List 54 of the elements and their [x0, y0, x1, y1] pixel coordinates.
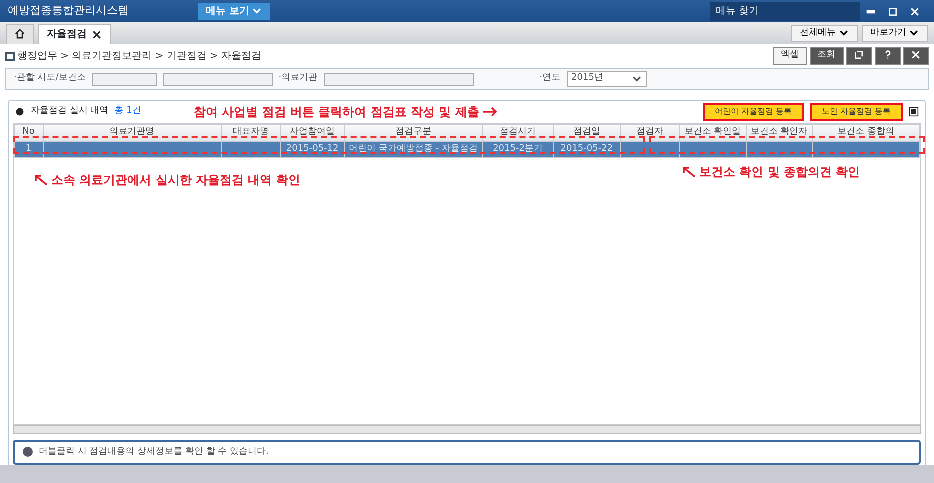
help-button[interactable] — [874, 47, 900, 65]
caret-icon — [838, 28, 848, 38]
info-icon — [23, 447, 33, 458]
home-icon — [15, 29, 25, 40]
column-header[interactable]: No — [14, 124, 43, 141]
help-icon — [882, 50, 892, 60]
year-select[interactable]: 2015년 — [566, 71, 647, 87]
caret-icon — [632, 74, 642, 84]
menu-search-field[interactable]: 메뉴 찾기 — [710, 2, 860, 20]
column-header[interactable]: 보건소 확인자 — [746, 124, 813, 141]
close-icon — [911, 50, 921, 60]
column-header[interactable]: 점검구분 — [344, 124, 482, 141]
column-header[interactable]: 사업참여일 — [280, 124, 345, 141]
window-title: 예방접종통합관리시스템 — [8, 2, 130, 19]
info-text: 더블클릭 시 점검내용의 상세정보를 확인 할 수 있습니다. — [39, 446, 269, 458]
grid-icon[interactable] — [909, 107, 919, 117]
tab[interactable]: 자율점검 — [38, 24, 111, 44]
institution-field[interactable] — [324, 72, 474, 86]
close-icon — [910, 6, 920, 17]
arrow-icon — [33, 174, 49, 186]
caret-icon — [909, 28, 919, 38]
record-count: 총 1건 — [114, 105, 142, 118]
toolbar-button[interactable]: 바로가기 — [862, 24, 928, 42]
annotation: 소속 의료기관에서 실시한 자율점검 내역 확인 — [52, 172, 300, 189]
filter-label: ·의료기관 — [278, 72, 318, 86]
bullet-icon — [15, 107, 25, 117]
column-header[interactable]: 보건소 종합의 — [812, 124, 920, 141]
column-header[interactable]: 보건소 확인일 — [680, 124, 746, 141]
column-header[interactable]: 점검자 — [620, 124, 680, 141]
column-header[interactable]: 대표자명 — [221, 124, 281, 141]
maximize-icon — [888, 6, 898, 17]
column-header[interactable]: 점검시기 — [482, 124, 554, 141]
close-button[interactable] — [903, 47, 929, 65]
column-header[interactable]: 의료기관명 — [43, 124, 222, 141]
filter-label: ·연도 — [540, 72, 561, 86]
close-icon[interactable] — [92, 30, 102, 40]
page-icon — [5, 52, 15, 60]
annotation: 참여 사업별 점검 버튼 클릭하여 점검표 작성 및 제출 — [194, 104, 480, 121]
annotation: 보건소 확인 및 종합의견 확인 — [700, 164, 860, 181]
breadcrumb: 행정업무 > 의료기관정보관리 > 기관점검 > 자율점검 — [18, 50, 262, 64]
column-header[interactable]: 점검일 — [554, 124, 620, 141]
search-button[interactable]: 조회 — [810, 47, 844, 65]
arrow-icon — [482, 106, 498, 118]
toolbar-button[interactable]: 전체메뉴 — [791, 24, 858, 42]
grid-title: 자율점검 실시 내역 — [31, 105, 109, 118]
register-button[interactable]: 노인 자율점검 등록 — [810, 103, 903, 121]
popup-icon — [854, 50, 864, 60]
caret-icon — [252, 6, 262, 16]
register-button[interactable]: 어린이 자율점검 등록 — [702, 103, 804, 121]
home-tab[interactable] — [6, 24, 34, 44]
excel-button[interactable]: 엑셀 — [773, 47, 807, 65]
popup-button[interactable] — [846, 47, 872, 65]
filter-label: ·관할 시도/보건소 — [14, 72, 86, 86]
arrow-icon — [681, 166, 697, 178]
